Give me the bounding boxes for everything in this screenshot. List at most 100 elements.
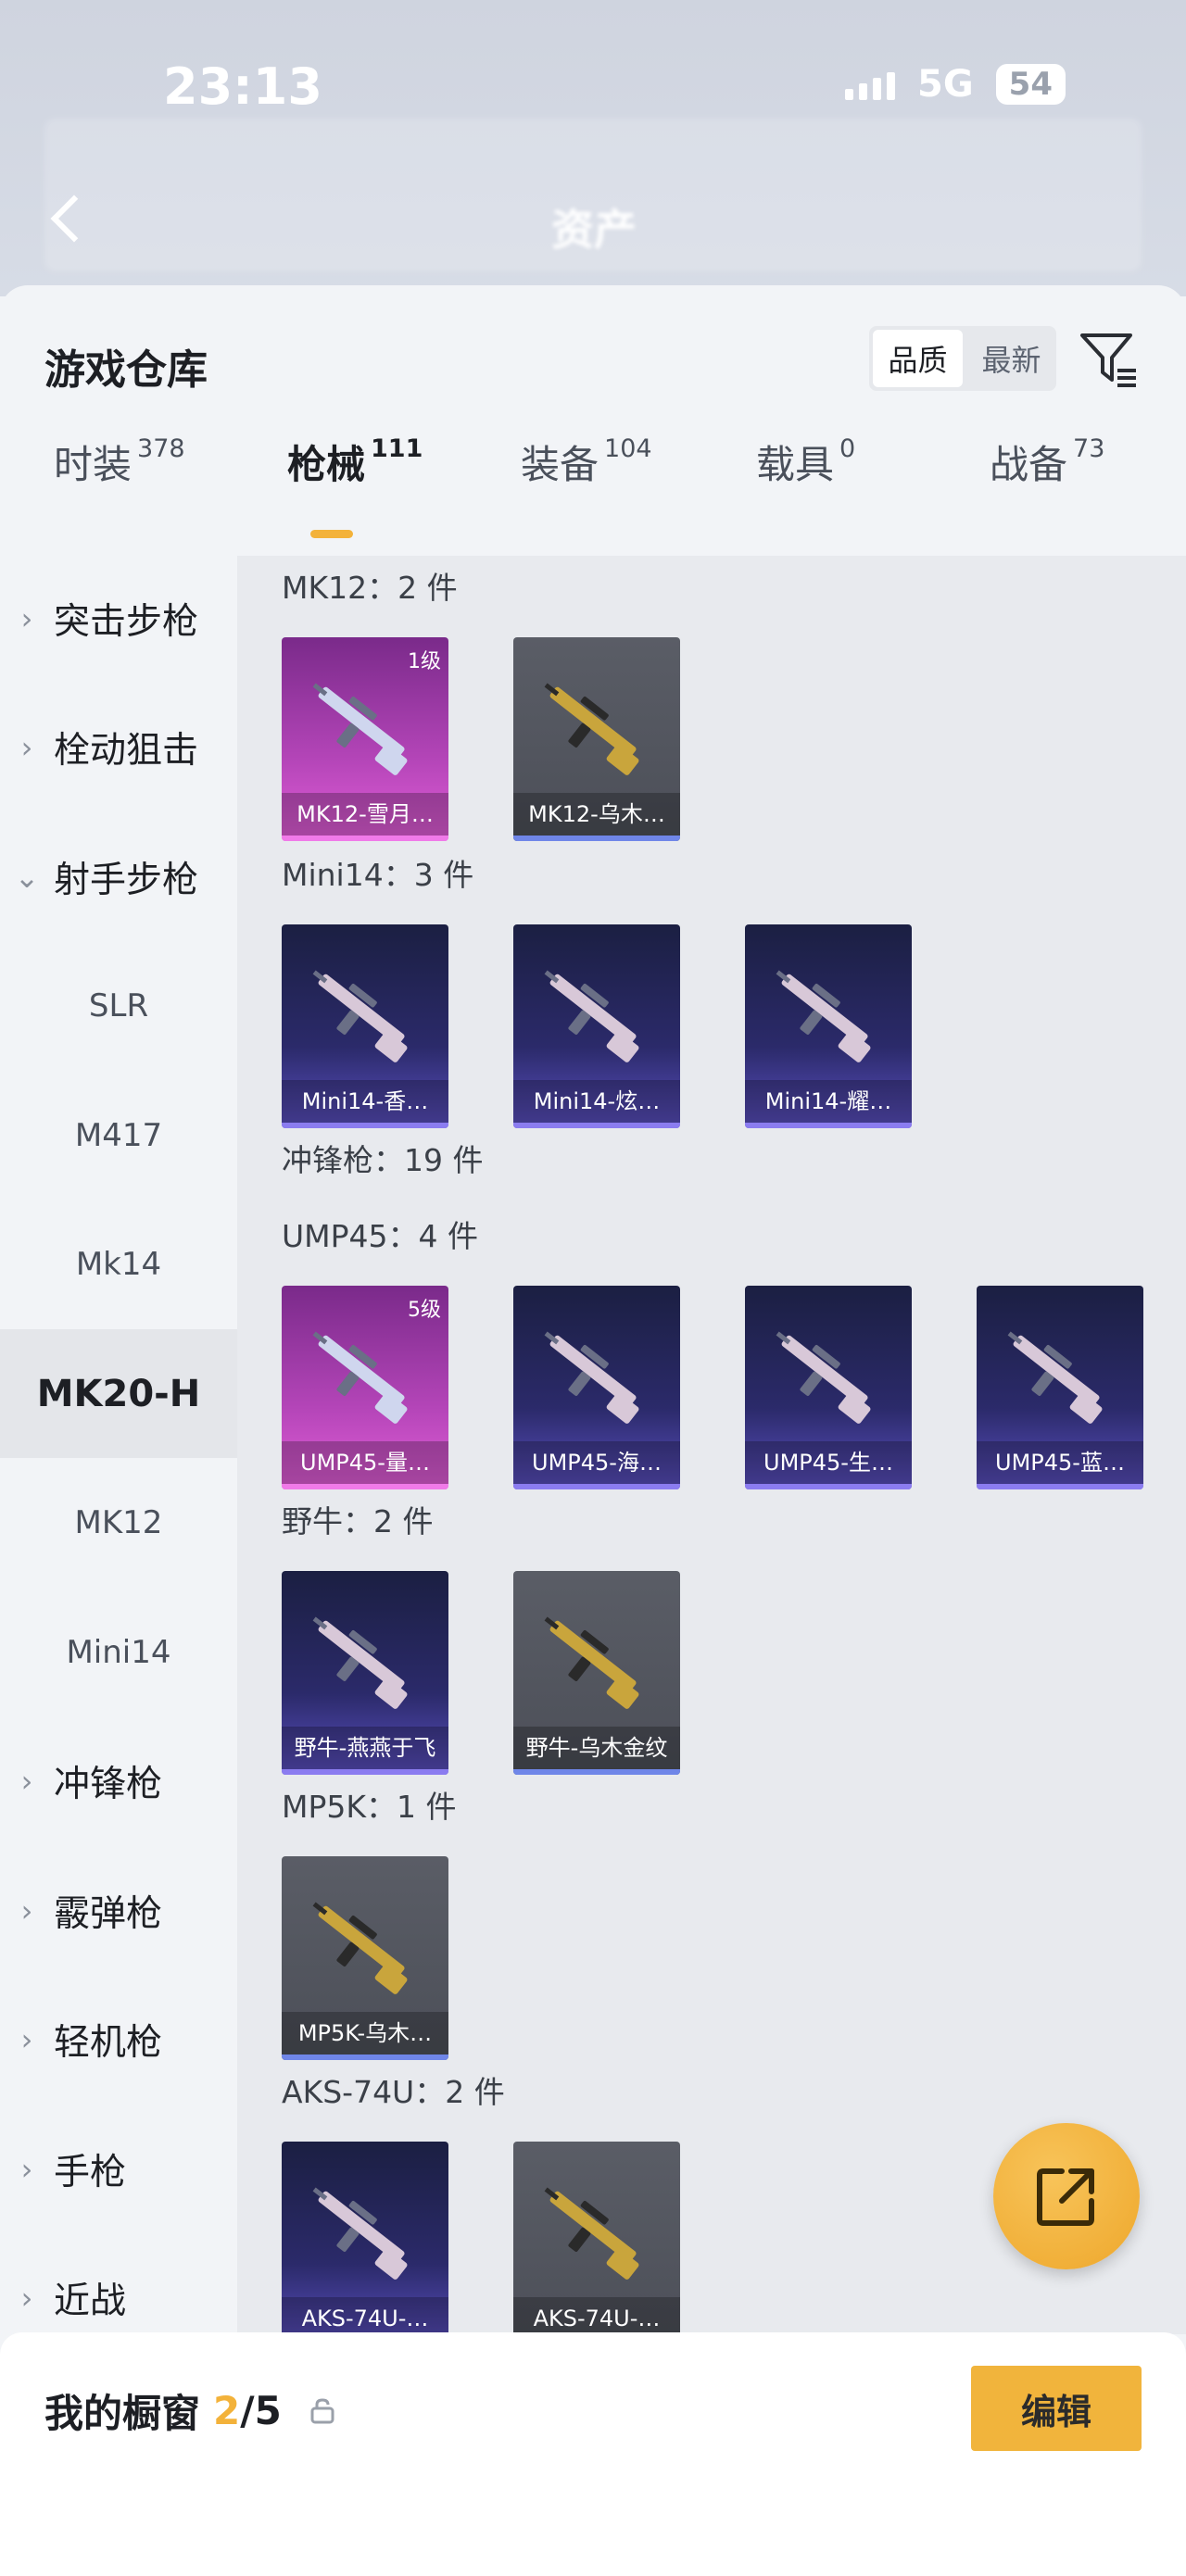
tab-supplies[interactable]: 战备 73 xyxy=(990,434,1104,490)
sidebar-category-label: 突击步枪 xyxy=(54,600,199,643)
rarity-bar xyxy=(513,1769,680,1775)
weapon-image xyxy=(544,2187,639,2280)
weapon-card[interactable]: 1级 MK12-雪月… xyxy=(282,637,448,841)
tab-equipment[interactable]: 装备 104 xyxy=(521,434,652,490)
weapon-card[interactable]: UMP45-海… xyxy=(513,1286,680,1489)
weapon-card[interactable]: 野牛-燕燕于飞 xyxy=(282,1571,448,1775)
sidebar-category[interactable]: › 手枪 xyxy=(0,2105,237,2233)
active-tab-indicator xyxy=(310,530,353,538)
weapon-card[interactable]: Mini14-耀… xyxy=(745,924,912,1128)
share-button[interactable] xyxy=(993,2123,1140,2269)
weapon-card[interactable]: AKS-74U-… xyxy=(513,2142,680,2334)
weapon-card[interactable]: AKS-74U-… xyxy=(282,2142,448,2334)
weapon-name: Mini14-香… xyxy=(282,1080,448,1123)
chevron-icon: › xyxy=(20,2022,33,2057)
weapon-image xyxy=(312,970,408,1062)
sidebar-subitem[interactable]: Mk14 xyxy=(0,1200,237,1329)
weapon-name: AKS-74U-… xyxy=(282,2297,448,2334)
group-title: Mini14：3 件 xyxy=(282,857,474,893)
group-title: MP5K：1 件 xyxy=(282,1789,457,1825)
weapon-card[interactable]: MK12-乌木… xyxy=(513,637,680,841)
showcase-total: /5 xyxy=(240,2388,282,2433)
rarity-bar xyxy=(282,836,448,841)
rarity-bar xyxy=(282,2055,448,2060)
weapon-card[interactable]: UMP45-蓝… xyxy=(977,1286,1143,1489)
weapon-image xyxy=(544,970,639,1062)
chevron-icon: › xyxy=(20,2281,33,2316)
tab-vehicles[interactable]: 载具 0 xyxy=(756,434,855,490)
weapon-card[interactable]: MP5K-乌木… xyxy=(282,1856,448,2060)
edit-button[interactable]: 编辑 xyxy=(971,2366,1142,2451)
sidebar-subitem[interactable]: MK12 xyxy=(0,1459,237,1588)
rarity-bar xyxy=(745,1123,912,1128)
weapon-image xyxy=(544,1616,639,1709)
header-backdrop: 23:13 5G 54 资产 xyxy=(0,0,1186,296)
level-badge: 1级 xyxy=(408,650,441,673)
showcase-label: 我的橱窗 xyxy=(44,2391,201,2436)
weapon-image xyxy=(312,683,408,775)
sidebar-subitem[interactable]: M417 xyxy=(0,1071,237,1200)
sidebar-category[interactable]: › 栓动狙击 xyxy=(0,684,237,812)
status-time: 23:13 xyxy=(163,57,322,116)
weapon-list: MK12：2 件 1级 MK12-雪月… MK12-乌木… Mini14：3 件 Mini… xyxy=(237,556,1186,2334)
sidebar-subitem[interactable]: SLR xyxy=(0,942,237,1071)
weapon-card[interactable]: 5级 UMP45-量… xyxy=(282,1286,448,1489)
weapon-image xyxy=(544,683,639,775)
weapon-category-sidebar: › 突击步枪 › 栓动狙击 ⌄ 射手步枪 SLR M417 Mk14 MK20-H MK12 Mini… xyxy=(0,556,237,2334)
group-title: UMP45：4 件 xyxy=(282,1218,479,1254)
network-label: 5G xyxy=(917,63,974,106)
weapon-image xyxy=(312,1331,408,1424)
filter-icon[interactable] xyxy=(1077,328,1140,391)
rarity-bar xyxy=(282,1484,448,1489)
group-title: 野牛：2 件 xyxy=(282,1503,434,1539)
sidebar-category[interactable]: › 冲锋枪 xyxy=(0,1717,237,1846)
chevron-icon: › xyxy=(20,730,33,765)
sidebar-category-label: 霰弹枪 xyxy=(54,1892,163,1935)
weapon-name: Mini14-耀… xyxy=(745,1080,912,1123)
rarity-bar xyxy=(513,1484,680,1489)
status-indicators: 5G 54 xyxy=(845,63,1066,106)
weapon-image xyxy=(312,1616,408,1709)
group-title: MK12：2 件 xyxy=(282,570,458,606)
rarity-bar xyxy=(977,1484,1143,1489)
back-button[interactable] xyxy=(41,195,96,250)
sidebar-category-label: 轻机枪 xyxy=(54,2022,163,2064)
sort-quality-button[interactable]: 品质 xyxy=(873,330,963,387)
weapon-card[interactable]: Mini14-炫… xyxy=(513,924,680,1128)
tab-fashion[interactable]: 时装 378 xyxy=(54,434,185,490)
rarity-bar xyxy=(282,1123,448,1128)
weapon-card[interactable]: Mini14-香… xyxy=(282,924,448,1128)
sidebar-category-label: 射手步枪 xyxy=(54,859,199,901)
rarity-bar xyxy=(513,836,680,841)
weapon-name: UMP45-量… xyxy=(282,1441,448,1484)
weapon-image xyxy=(776,1331,871,1424)
category-tabs: 时装 378 枪械 111 装备 104 载具 0 战备 73 xyxy=(0,434,1186,526)
weapon-name: Mini14-炫… xyxy=(513,1080,680,1123)
chevron-icon: › xyxy=(20,600,33,636)
weapon-image xyxy=(312,2187,408,2280)
sidebar-category[interactable]: › 轻机枪 xyxy=(0,1976,237,2105)
weapon-name: UMP45-蓝… xyxy=(977,1441,1143,1484)
weapon-card[interactable]: UMP45-生… xyxy=(745,1286,912,1489)
sidebar-category[interactable]: › 霰弹枪 xyxy=(0,1846,237,1975)
tab-firearms[interactable]: 枪械 111 xyxy=(287,434,423,490)
weapon-card[interactable]: 野牛-乌木金纹 xyxy=(513,1571,680,1775)
group-title: AKS-74U：2 件 xyxy=(282,2074,505,2110)
weapon-name: UMP45-生… xyxy=(745,1441,912,1484)
sidebar-subitem[interactable]: Mini14 xyxy=(0,1588,237,1716)
group-title: 冲锋枪：19 件 xyxy=(282,1142,484,1178)
weapon-image xyxy=(776,970,871,1062)
weapon-name: MK12-雪月… xyxy=(282,793,448,836)
sidebar-subitem[interactable]: MK20-H xyxy=(0,1329,237,1458)
signal-icon xyxy=(845,69,895,100)
sidebar-category[interactable]: ⌄ 射手步枪 xyxy=(0,812,237,941)
sidebar-category-label: 冲锋枪 xyxy=(54,1764,163,1805)
lock-icon xyxy=(309,2388,335,2433)
sidebar-category[interactable]: › 突击步枪 xyxy=(0,554,237,683)
weapon-image xyxy=(544,1331,639,1424)
sort-latest-button[interactable]: 最新 xyxy=(966,326,1056,391)
level-badge: 5级 xyxy=(408,1299,441,1322)
chevron-icon: › xyxy=(20,1892,33,1929)
chevron-icon: ⌄ xyxy=(14,859,40,895)
weapon-name: MK12-乌木… xyxy=(513,793,680,836)
